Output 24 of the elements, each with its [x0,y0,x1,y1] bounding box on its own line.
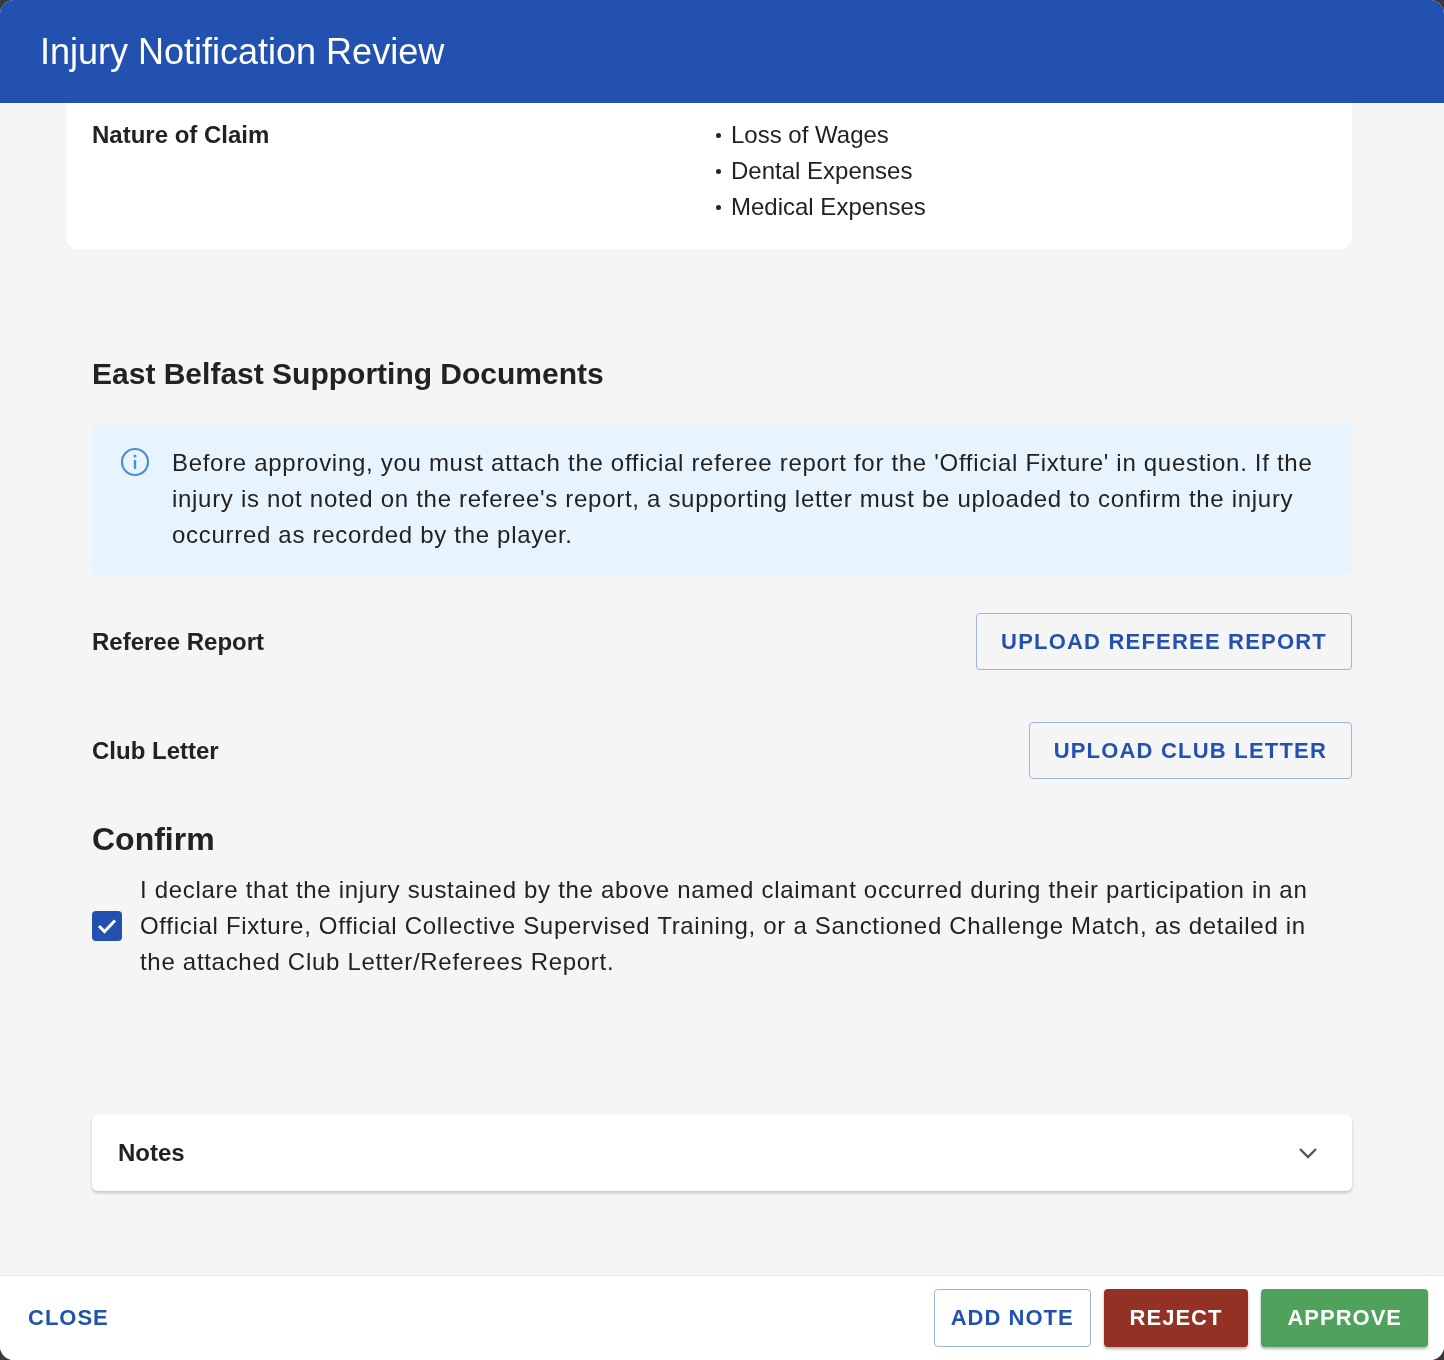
checkmark-icon [97,918,117,934]
info-text: Before approving, you must attach the official referee report for the 'Official Fixture' in question. If the injury is not noted on the referee's report, a supporting letter must be uploaded to confirm the injury occurred as recorded by the player. [172,448,1314,550]
bullet-icon [716,168,721,174]
dialog-title: Injury Notification Review [40,30,445,73]
bullet-icon [716,204,721,210]
claim-item: Loss of Wages [731,121,889,149]
document-label: Referee Report [92,627,265,656]
declaration-text: I declare that the injury sustained by the above named claimant occurred during their participation in an Official Fixture, Official Collective Supervised Training, or a Sanctioned Challenge Match, as detailed in the attached Club Letter/Referees Report. [140,875,1309,977]
claim-label: Nature of Claim [92,121,271,150]
add-note-button[interactable]: ADD NOTE [933,1289,1091,1347]
document-label: Club Letter [92,736,219,765]
bullet-icon [716,132,721,138]
confirm-heading: Confirm [92,821,216,858]
reject-button[interactable]: REJECT [1103,1289,1249,1347]
notes-accordion[interactable]: Notes [92,1115,1352,1191]
upload-button[interactable]: UPLOAD REFEREE REPORT [976,613,1352,670]
claim-item: Dental Expenses [731,157,913,185]
close-button[interactable]: CLOSE [28,1305,109,1331]
section-heading: East Belfast Supporting Documents [92,357,605,391]
checkbox[interactable] [92,911,122,941]
upload-button[interactable]: UPLOAD CLUB LETTER [1028,722,1352,779]
chevron-down-icon [1298,1147,1318,1159]
info-icon [120,447,150,477]
claim-item: Medical Expenses [731,193,926,221]
